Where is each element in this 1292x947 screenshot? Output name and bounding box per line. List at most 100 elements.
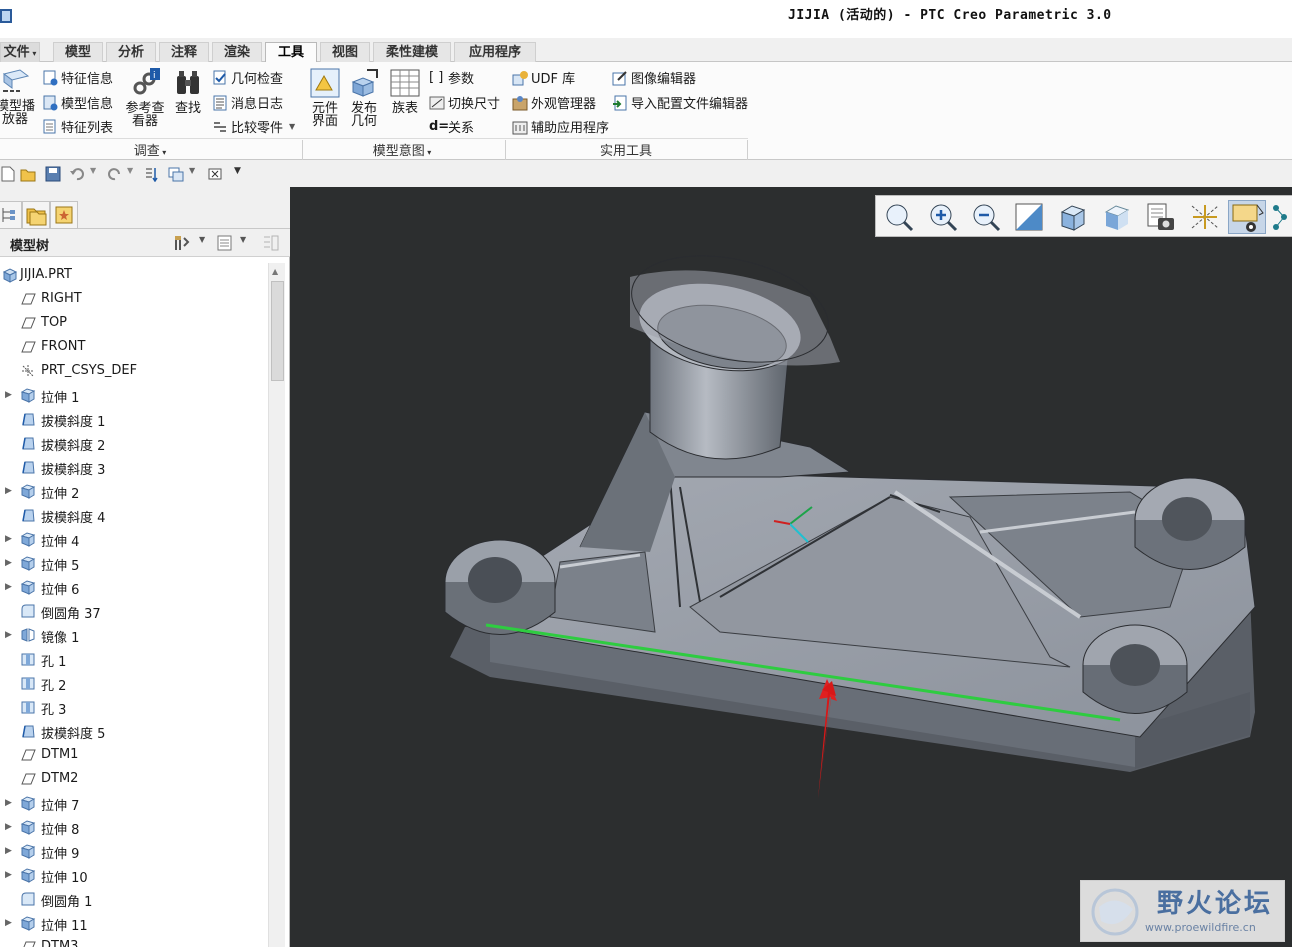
tree-item[interactable]: 孔 1: [0, 647, 268, 671]
expand-arrow-icon[interactable]: ▶: [5, 845, 13, 857]
part-model-render[interactable]: [290, 187, 1292, 947]
tree-item[interactable]: 拔模斜度 3: [0, 455, 268, 479]
tree-item[interactable]: 拔模斜度 1: [0, 407, 268, 431]
expand-arrow-icon[interactable]: ▶: [5, 797, 13, 809]
tree-item[interactable]: JIJIA.PRT: [0, 263, 268, 287]
tree-columns-icon[interactable]: [262, 234, 280, 252]
parameters-button[interactable]: [ ] 参数: [429, 68, 474, 88]
tab-render[interactable]: 渲染: [212, 42, 262, 62]
component-interface-button[interactable]: 元件 界面: [308, 68, 342, 128]
tree-item[interactable]: PRT_CSYS_DEF: [0, 359, 268, 383]
tree-item[interactable]: ▶ 拉伸 4: [0, 527, 268, 551]
tree-item[interactable]: ▶ 拉伸 6: [0, 575, 268, 599]
tree-item[interactable]: 拔模斜度 2: [0, 431, 268, 455]
tab-analysis[interactable]: 分析: [106, 42, 156, 62]
tree-item[interactable]: ▶ 拉伸 8: [0, 815, 268, 839]
tree-item[interactable]: ▶ 拉伸 2: [0, 479, 268, 503]
undo-dropdown-icon[interactable]: ▼: [90, 166, 106, 182]
tab-model[interactable]: 模型: [53, 42, 103, 62]
undo-icon[interactable]: [69, 166, 85, 182]
customize-toolbar-icon[interactable]: ▼: [234, 166, 250, 182]
scrollbar-thumb[interactable]: [271, 281, 284, 381]
annotation-display-icon[interactable]: [1228, 200, 1266, 234]
zoom-fit-icon[interactable]: [880, 200, 918, 234]
zoom-out-icon[interactable]: [967, 200, 1005, 234]
switch-dimensions-button[interactable]: 切换尺寸: [429, 93, 500, 112]
tree-item[interactable]: ▶ 拉伸 10: [0, 863, 268, 887]
show-dropdown-icon[interactable]: ▼: [240, 235, 246, 244]
expand-arrow-icon[interactable]: ▶: [5, 869, 13, 881]
tree-item[interactable]: ▶ 镜像 1: [0, 623, 268, 647]
feature-list-button[interactable]: 特征列表: [42, 117, 113, 136]
tree-item[interactable]: ▶ 拉伸 7: [0, 791, 268, 815]
tab-view[interactable]: 视图: [320, 42, 370, 62]
datum-display-icon[interactable]: [1186, 200, 1224, 234]
close-window-icon[interactable]: [207, 166, 223, 182]
folder-browser-tab-icon[interactable]: [22, 201, 50, 229]
geometry-check-button[interactable]: 几何检查: [212, 68, 283, 87]
tree-item[interactable]: ▶ 拉伸 9: [0, 839, 268, 863]
model-info-button[interactable]: 模型信息: [42, 93, 113, 112]
tree-item[interactable]: RIGHT: [0, 287, 268, 311]
tab-annotate[interactable]: 注释: [159, 42, 209, 62]
show-filters-icon[interactable]: [216, 234, 234, 252]
reorient-icon[interactable]: [1054, 200, 1092, 234]
tree-item[interactable]: ▶ 拉伸 1: [0, 383, 268, 407]
expand-arrow-icon[interactable]: ▶: [5, 917, 13, 929]
image-editor-button[interactable]: 图像编辑器: [612, 68, 696, 87]
expand-arrow-icon[interactable]: ▶: [5, 533, 13, 545]
tree-item[interactable]: DTM3: [0, 935, 268, 947]
group-investigate[interactable]: 调查 ▾: [100, 140, 200, 159]
windows-dropdown-icon[interactable]: ▼: [189, 166, 205, 182]
tab-file[interactable]: 文件 ▾: [0, 42, 40, 62]
appearance-manager-button[interactable]: 外观管理器: [512, 93, 596, 112]
tree-item[interactable]: ▶ 拉伸 5: [0, 551, 268, 575]
tree-item[interactable]: ▶ 拉伸 11: [0, 911, 268, 935]
expand-arrow-icon[interactable]: ▶: [5, 581, 13, 593]
tree-item[interactable]: DTM1: [0, 743, 268, 767]
tree-nodes-icon[interactable]: [1270, 200, 1292, 234]
app-icon[interactable]: [0, 9, 12, 23]
tree-item[interactable]: DTM2: [0, 767, 268, 791]
open-folder-icon[interactable]: [20, 166, 36, 182]
tree-item[interactable]: 拔模斜度 4: [0, 503, 268, 527]
zoom-in-icon[interactable]: [924, 200, 962, 234]
tree-item[interactable]: 倒圆角 37: [0, 599, 268, 623]
tree-item[interactable]: FRONT: [0, 335, 268, 359]
model-tree-scrollbar[interactable]: ▲: [268, 263, 285, 947]
tree-item[interactable]: 拔模斜度 5: [0, 719, 268, 743]
auxiliary-apps-button[interactable]: 辅助应用程序: [512, 117, 609, 136]
new-file-icon[interactable]: [0, 166, 16, 182]
find-button[interactable]: 查找: [170, 68, 206, 115]
reference-viewer-button[interactable]: i 参考查 看器: [122, 68, 168, 128]
family-table-button[interactable]: 族表: [388, 68, 422, 115]
scroll-up-icon[interactable]: ▲: [272, 267, 278, 276]
tab-tools[interactable]: 工具: [265, 42, 317, 63]
display-style-icon[interactable]: [1098, 200, 1136, 234]
tab-flexible-modeling[interactable]: 柔性建模: [373, 42, 451, 62]
tree-item[interactable]: 倒圆角 1: [0, 887, 268, 911]
redo-dropdown-icon[interactable]: ▼: [127, 166, 143, 182]
publish-geometry-button[interactable]: 发布 几何: [346, 68, 382, 128]
save-icon[interactable]: [45, 166, 61, 182]
tree-item[interactable]: TOP: [0, 311, 268, 335]
udf-library-button[interactable]: UDF 库: [512, 68, 575, 87]
expand-arrow-icon[interactable]: ▶: [5, 485, 13, 497]
import-config-editor-button[interactable]: 导入配置文件编辑器: [612, 93, 748, 112]
group-model-intent[interactable]: 模型意图 ▾: [352, 140, 452, 159]
redo-icon[interactable]: [107, 166, 123, 182]
repaint-icon[interactable]: [1010, 200, 1048, 234]
compare-part-button[interactable]: 比较零件 ▼: [212, 117, 295, 136]
tree-settings-icon[interactable]: [173, 234, 191, 252]
favorites-tab-icon[interactable]: [50, 201, 78, 229]
compare-part-dropdown-icon[interactable]: ▼: [289, 122, 295, 131]
regenerate-icon[interactable]: [144, 166, 160, 183]
expand-arrow-icon[interactable]: ▶: [5, 557, 13, 569]
expand-arrow-icon[interactable]: ▶: [5, 389, 13, 401]
expand-arrow-icon[interactable]: ▶: [5, 629, 13, 641]
tab-applications[interactable]: 应用程序: [454, 42, 536, 62]
tree-settings-dropdown-icon[interactable]: ▼: [199, 235, 205, 244]
message-log-button[interactable]: 消息日志: [212, 93, 283, 112]
graphics-viewport[interactable]: 野火论坛 www.proewildfire.cn: [290, 187, 1292, 947]
expand-arrow-icon[interactable]: ▶: [5, 821, 13, 833]
